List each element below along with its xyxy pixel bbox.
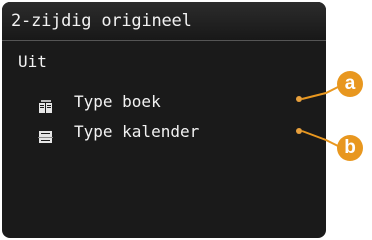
callout-dot-a	[296, 96, 302, 102]
calendar-type-icon	[38, 125, 54, 143]
option-type-kalender[interactable]: Type kalender	[2, 118, 326, 146]
title-bar: 2-zijdig origineel	[2, 2, 326, 41]
option-label-uit: Uit	[18, 52, 47, 71]
option-uit[interactable]: Uit	[2, 48, 326, 76]
callout-dot-b	[296, 128, 302, 134]
callout-badge-a: a	[337, 71, 363, 97]
option-label-type-boek: Type boek	[74, 92, 161, 111]
touch-panel-screen: 2-zijdig origineel Uit Type boek Type ka…	[2, 2, 326, 238]
callout-badge-b: b	[337, 135, 363, 161]
option-label-type-kalender: Type kalender	[74, 122, 200, 141]
option-type-boek[interactable]: Type boek	[2, 88, 326, 116]
book-type-icon	[38, 95, 54, 113]
page-title: 2-zijdig origineel	[11, 11, 192, 31]
